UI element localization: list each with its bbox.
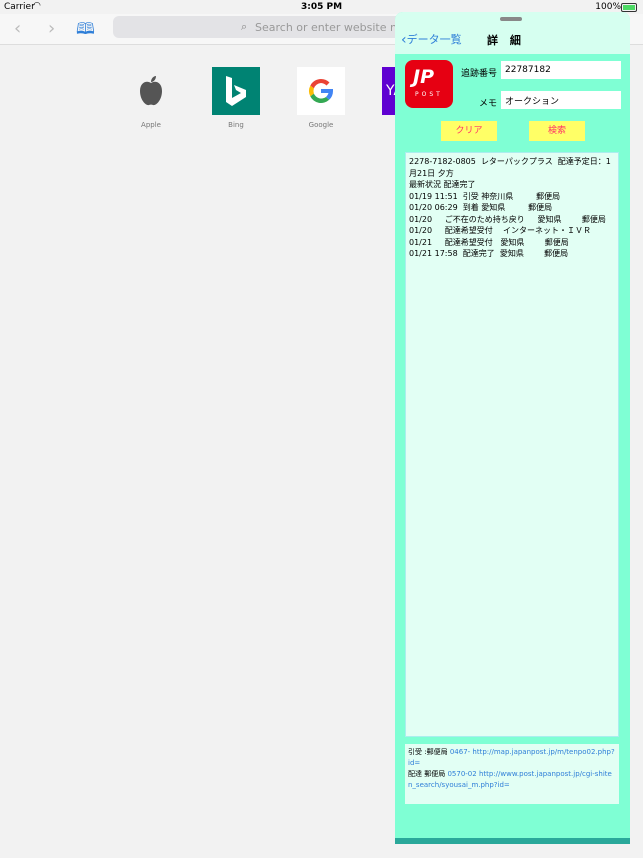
post-office-links: 引受 :郵便局 0467- http://map.japanpost.jp/m/… bbox=[405, 744, 619, 804]
result-line: 01/21 配達希望受付 愛知県 郵便局 bbox=[409, 237, 569, 247]
phone-link[interactable]: 0570-02 bbox=[447, 770, 476, 778]
link-prefix: 配達 郵便局 bbox=[408, 770, 446, 778]
favorite-label: Apple bbox=[141, 121, 161, 129]
page-title: 詳 細 bbox=[487, 34, 525, 47]
google-icon bbox=[297, 67, 345, 115]
back-to-list-button[interactable]: ‹データ一覧 bbox=[401, 31, 462, 48]
battery-icon bbox=[621, 3, 637, 12]
panel-header: ‹データ一覧 詳 細 bbox=[395, 12, 630, 54]
bookmarks-icon[interactable]: 🕮 bbox=[76, 18, 95, 45]
link-prefix: 引受 :郵便局 bbox=[408, 748, 448, 756]
battery-percent: 100% bbox=[595, 2, 621, 12]
search-button[interactable]: 検索 bbox=[529, 121, 585, 141]
result-line: 01/19 11:51 引受 神奈川県 郵便局 bbox=[409, 191, 561, 201]
memo-input[interactable] bbox=[501, 91, 621, 109]
forward-chevron-icon[interactable]: › bbox=[48, 18, 55, 39]
tracking-panel: ‹データ一覧 詳 細 JP POST 追跡番号 メモ クリア 検索 2278-7… bbox=[395, 12, 630, 844]
address-bar[interactable]: ⌕ Search or enter website name bbox=[113, 16, 433, 38]
clock: 3:05 PM bbox=[300, 2, 343, 12]
clear-button[interactable]: クリア bbox=[441, 121, 497, 141]
phone-link[interactable]: 0467- bbox=[450, 748, 470, 756]
japan-post-logo-icon: JP POST bbox=[405, 60, 453, 108]
tracking-number-label: 追跡番号 bbox=[461, 69, 498, 79]
bing-icon bbox=[212, 67, 260, 115]
result-line: 01/20 ご不在のため持ち戻り 愛知県 郵便局 bbox=[409, 214, 606, 224]
favorite-label: Google bbox=[308, 121, 334, 129]
favorite-label: Bing bbox=[228, 121, 244, 129]
tracking-number-input[interactable] bbox=[501, 61, 621, 79]
apple-icon bbox=[127, 67, 175, 115]
tracking-results[interactable]: 2278-7182-0805 レターパックプラス 配達予定日：1月21日 夕方 … bbox=[405, 152, 619, 737]
back-label: データ一覧 bbox=[406, 33, 462, 46]
drag-handle[interactable] bbox=[500, 17, 522, 21]
result-line: 01/21 17:58 配達完了 愛知県 郵便局 bbox=[409, 249, 569, 258]
favorite-apple[interactable]: Apple bbox=[127, 67, 175, 129]
favorite-google[interactable]: Google bbox=[297, 67, 345, 129]
favorite-bing[interactable]: Bing bbox=[212, 67, 260, 129]
result-line: 最新状況 配達完了 bbox=[409, 180, 476, 189]
memo-label: メモ bbox=[479, 99, 498, 109]
bottom-bar bbox=[395, 838, 630, 844]
back-chevron-icon[interactable]: ‹ bbox=[14, 18, 21, 39]
result-line: 01/20 06:29 到着 愛知県 郵便局 bbox=[409, 203, 553, 212]
result-line: 01/20 配達希望受付 インターネット・ＩＶＲ bbox=[409, 226, 591, 235]
result-line: 2278-7182-0805 レターパックプラス 配達予定日：1月21日 夕方 bbox=[409, 157, 611, 178]
search-icon: ⌕ bbox=[241, 20, 248, 33]
